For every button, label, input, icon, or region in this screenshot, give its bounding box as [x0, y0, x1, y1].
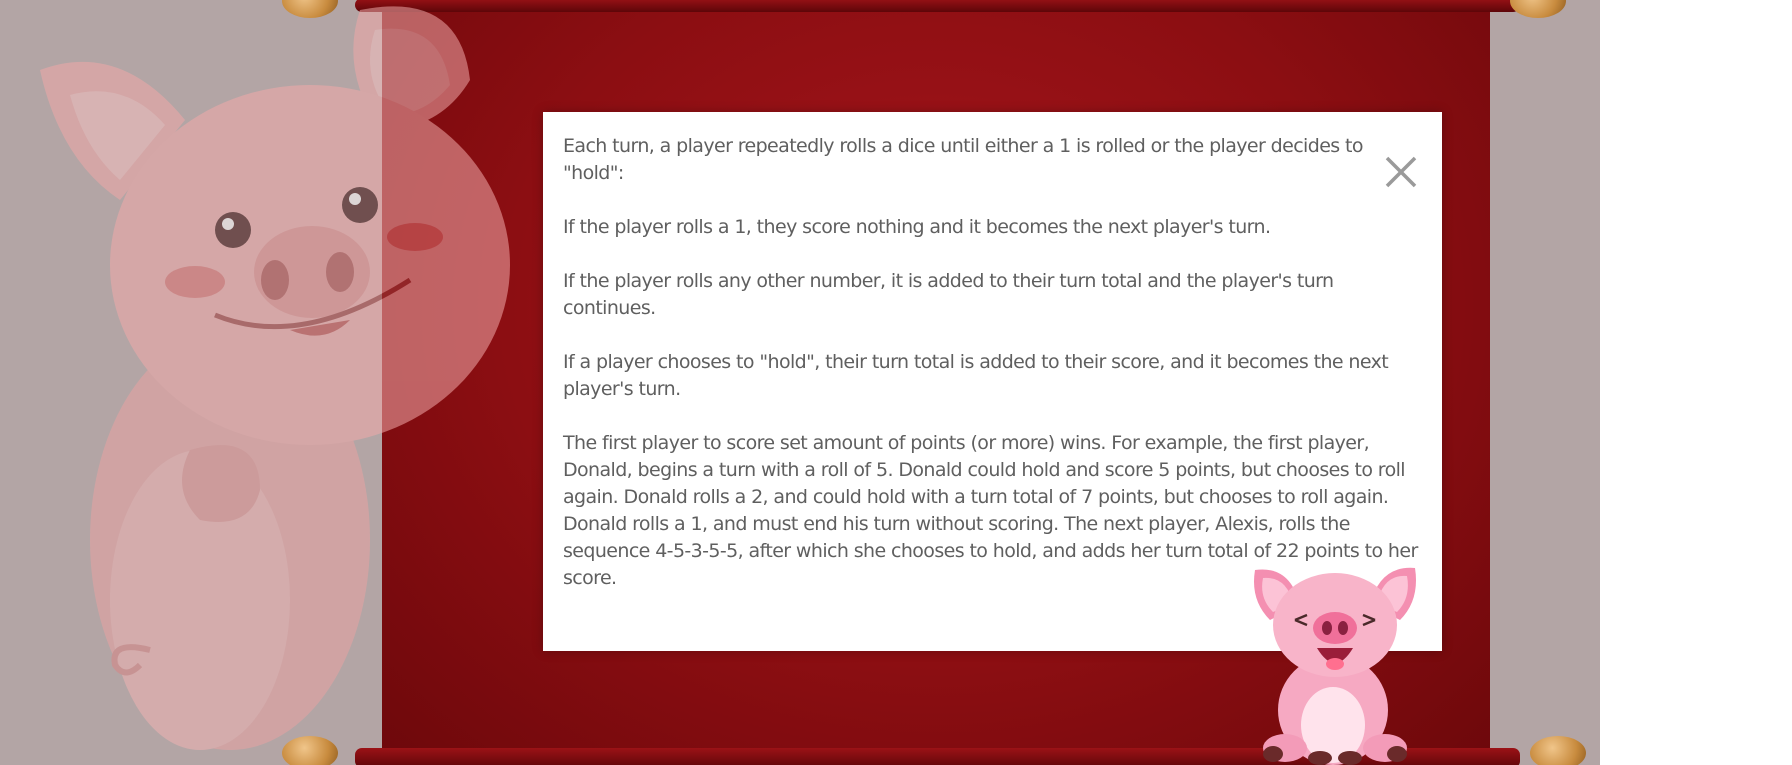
game-background: Each turn, a player repeatedly rolls a d…	[0, 0, 1600, 765]
close-button[interactable]	[1383, 154, 1419, 190]
scroll-top-rod	[355, 0, 1520, 12]
nut-decoration	[1530, 736, 1586, 765]
rules-paragraph: If the player rolls any other number, it…	[563, 270, 1334, 319]
rules-paragraph: If the player rolls a 1, they score noth…	[563, 216, 1271, 238]
laughing-pig-illustration-icon	[1254, 567, 1416, 765]
pig-illustration-icon	[40, 6, 510, 750]
nut-decoration	[1510, 0, 1566, 18]
close-icon	[1385, 156, 1417, 188]
rules-paragraph: If a player chooses to "hold", their tur…	[563, 351, 1389, 400]
rules-paragraph: Each turn, a player repeatedly rolls a d…	[563, 135, 1364, 184]
